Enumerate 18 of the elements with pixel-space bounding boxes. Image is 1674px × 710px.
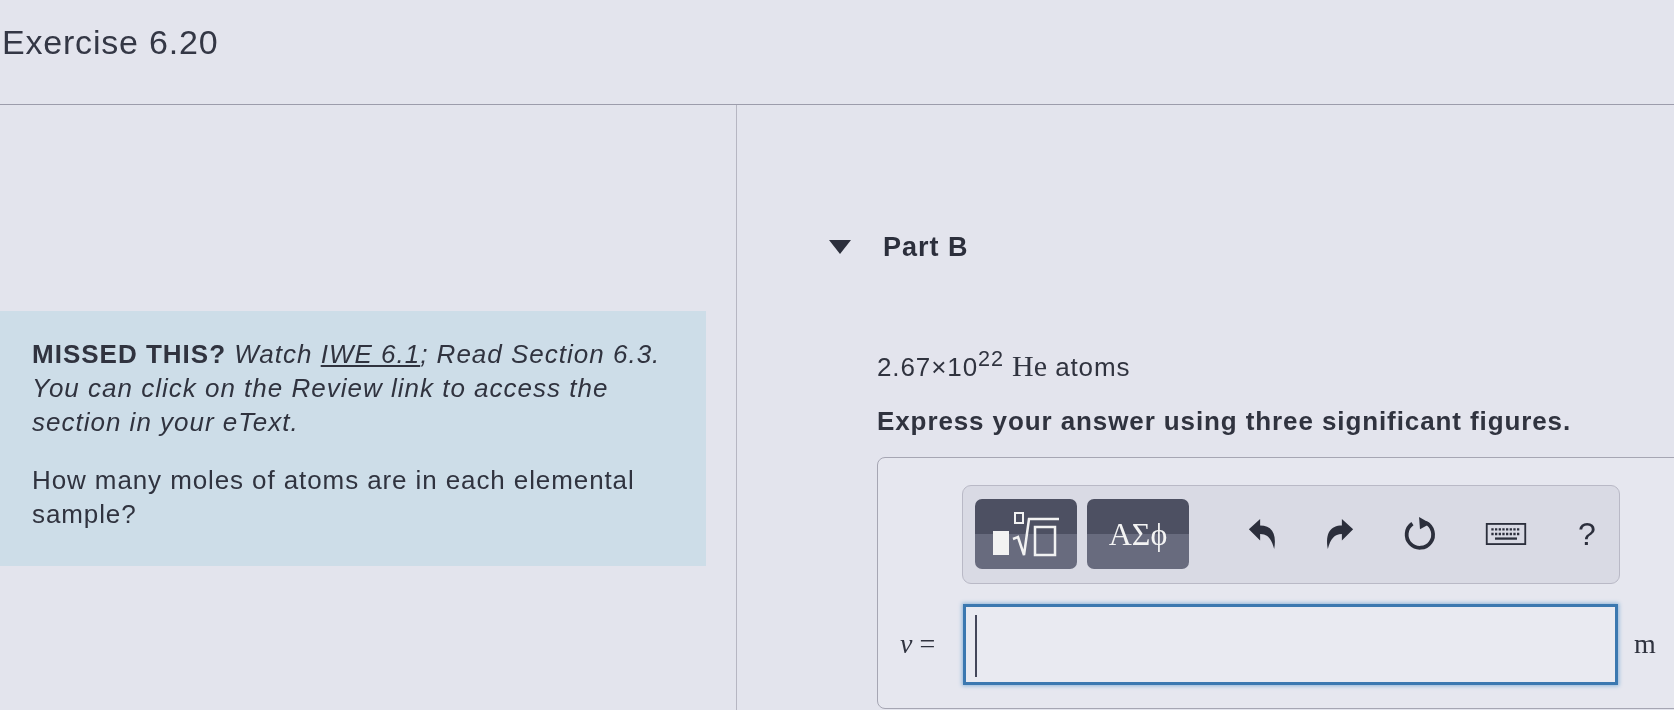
iwe-link[interactable]: IWE 6.1	[320, 339, 421, 369]
keyboard-icon[interactable]	[1485, 523, 1527, 546]
root-template-icon	[990, 511, 1062, 558]
text-cursor-icon	[975, 614, 977, 677]
help-button[interactable]: ?	[1569, 512, 1605, 557]
reset-icon[interactable]	[1403, 517, 1437, 552]
symbols-button[interactable]: ΑΣϕ	[1087, 499, 1189, 570]
question-text: How many moles of atoms are in each elemental sample?	[32, 464, 636, 531]
variable-label: ν =	[900, 628, 937, 661]
part-title[interactable]: Part B	[883, 231, 969, 263]
answer-field[interactable]	[963, 603, 1618, 685]
instruction-text: Express your answer using three significant figures.	[877, 404, 1572, 437]
sample-text: 2.67×10$^{22}$ He atoms	[877, 345, 1131, 383]
hint-text: MISSED THIS? Watch IWE 6.1; Read Section 6.3. You can click on the Review link to access the section in your eText.	[32, 338, 662, 439]
unit-label: m	[1634, 628, 1656, 661]
templates-button[interactable]	[975, 499, 1077, 570]
caret-icon[interactable]	[829, 240, 851, 254]
exercise-title: Exercise 6.20	[2, 22, 219, 62]
